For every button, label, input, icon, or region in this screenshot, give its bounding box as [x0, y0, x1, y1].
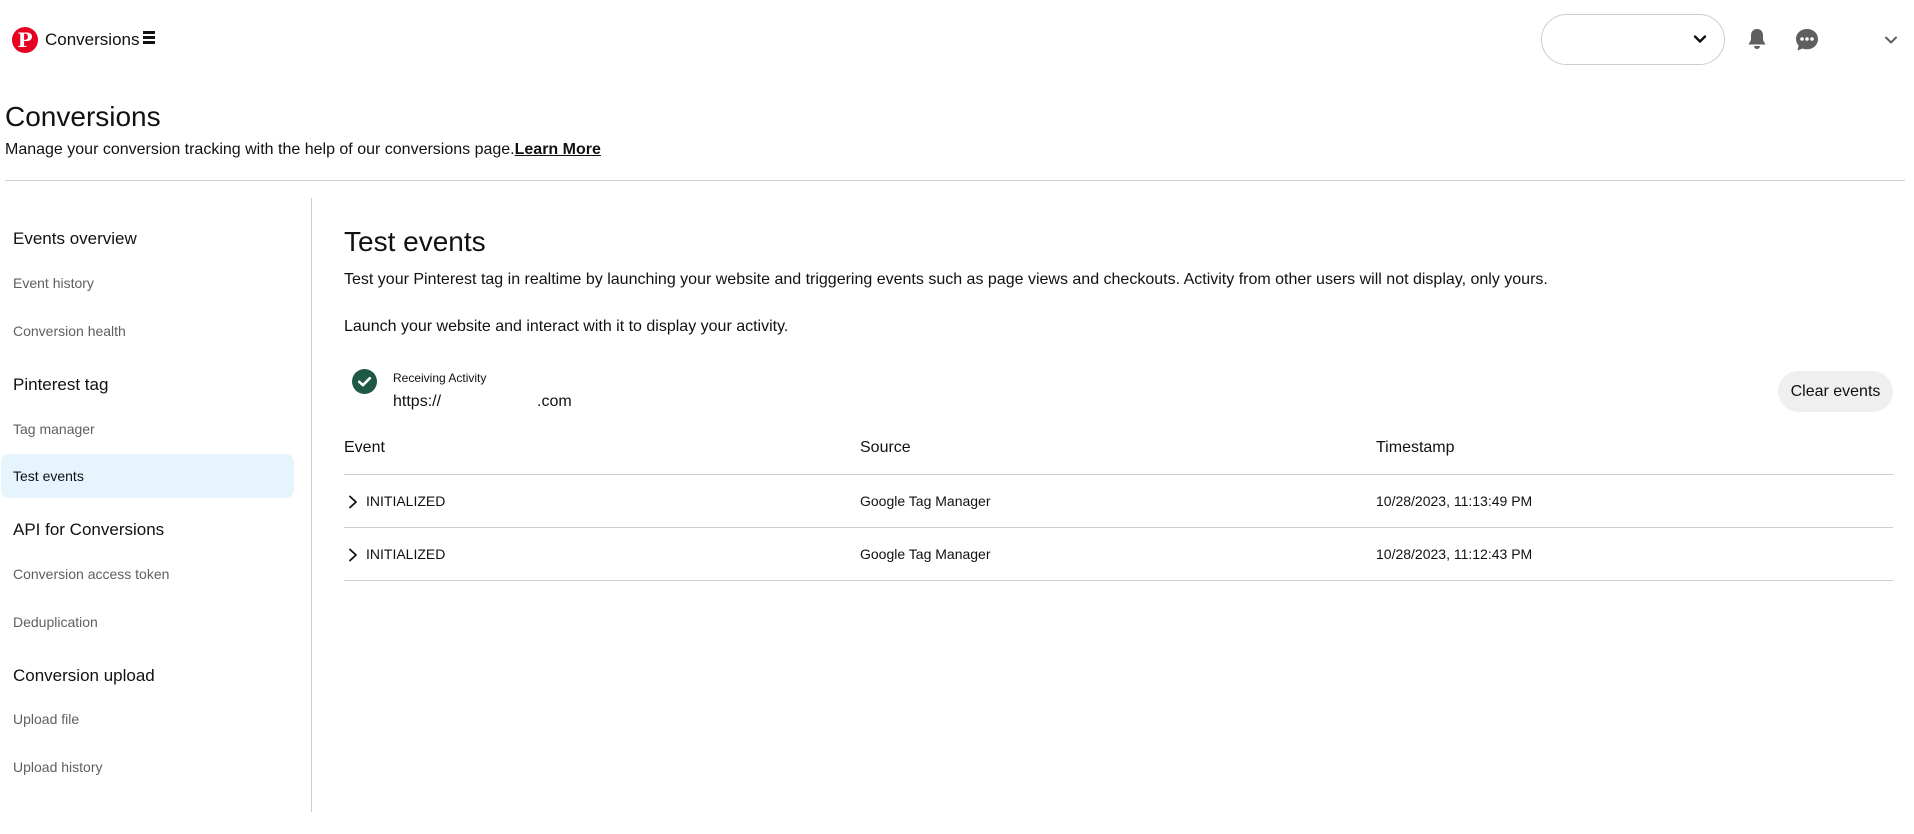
- header-divider: [5, 180, 1905, 181]
- page-subtitle-text: Manage your conversion tracking with the…: [5, 141, 515, 158]
- sidebar-item-deduplication[interactable]: Deduplication: [1, 600, 294, 644]
- sidebar-item-test-events[interactable]: Test events: [1, 454, 294, 498]
- top-bar: P Conversions: [0, 0, 1914, 80]
- sidebar-section-conversion-upload: Conversion upload: [13, 666, 155, 685]
- chevron-right-icon[interactable]: [346, 547, 360, 563]
- table-row: INITIALIZED Google Tag Manager 10/28/202…: [344, 475, 1893, 528]
- check-circle-icon: [352, 369, 377, 394]
- clear-events-button[interactable]: Clear events: [1778, 371, 1893, 412]
- event-name-cell: INITIALIZED: [366, 546, 446, 562]
- sidebar-item-tag-manager[interactable]: Tag manager: [1, 407, 294, 451]
- sidebar-item-upload-history[interactable]: Upload history: [1, 745, 294, 789]
- section-title: Test events: [344, 226, 486, 257]
- chat-icon[interactable]: [1794, 27, 1820, 53]
- sidebar: Events overview Event history Conversion…: [0, 198, 312, 812]
- timestamp-cell: 10/28/2023, 11:12:43 PM: [1376, 546, 1533, 562]
- sidebar-item-event-history[interactable]: Event history: [1, 261, 294, 305]
- page-subtitle: Manage your conversion tracking with the…: [5, 140, 601, 160]
- event-name-cell: INITIALIZED: [366, 493, 446, 509]
- table-row: INITIALIZED Google Tag Manager 10/28/202…: [344, 528, 1893, 581]
- learn-more-link[interactable]: Learn More: [515, 141, 601, 158]
- sidebar-section-api-for-conversions: API for Conversions: [13, 520, 165, 539]
- status-url-prefix: https://: [393, 393, 442, 410]
- events-table: Event Source Timestamp INITIALIZED Googl…: [344, 432, 1893, 581]
- launch-instructions: Launch your website and interact with it…: [344, 318, 789, 335]
- column-header-source: Source: [860, 439, 911, 456]
- sidebar-item-conversion-health[interactable]: Conversion health: [1, 309, 294, 353]
- chevron-right-icon[interactable]: [346, 494, 360, 510]
- bell-icon[interactable]: [1745, 27, 1769, 51]
- table-header: Event Source Timestamp: [344, 432, 1893, 475]
- sidebar-item-conversion-access-token[interactable]: Conversion access token: [1, 552, 294, 596]
- status-url-suffix: .com: [537, 393, 572, 410]
- source-cell: Google Tag Manager: [860, 493, 991, 509]
- column-header-timestamp: Timestamp: [1376, 439, 1455, 456]
- pinterest-logo[interactable]: P: [12, 27, 38, 53]
- account-selector[interactable]: [1541, 14, 1725, 65]
- sidebar-section-pinterest-tag: Pinterest tag: [13, 375, 109, 394]
- profile-menu-chevron-icon[interactable]: [1882, 31, 1900, 49]
- source-cell: Google Tag Manager: [860, 546, 991, 562]
- app-name: Conversions: [45, 30, 140, 49]
- page-title: Conversions: [5, 101, 161, 132]
- section-description: Test your Pinterest tag in realtime by l…: [344, 271, 1548, 288]
- chevron-down-icon: [1693, 35, 1707, 43]
- sidebar-section-events-overview: Events overview: [13, 229, 137, 248]
- sidebar-item-upload-file[interactable]: Upload file: [1, 697, 294, 741]
- status-label: Receiving Activity: [393, 371, 487, 385]
- menu-icon[interactable]: [143, 31, 157, 47]
- column-header-event: Event: [344, 439, 385, 456]
- timestamp-cell: 10/28/2023, 11:13:49 PM: [1376, 493, 1533, 509]
